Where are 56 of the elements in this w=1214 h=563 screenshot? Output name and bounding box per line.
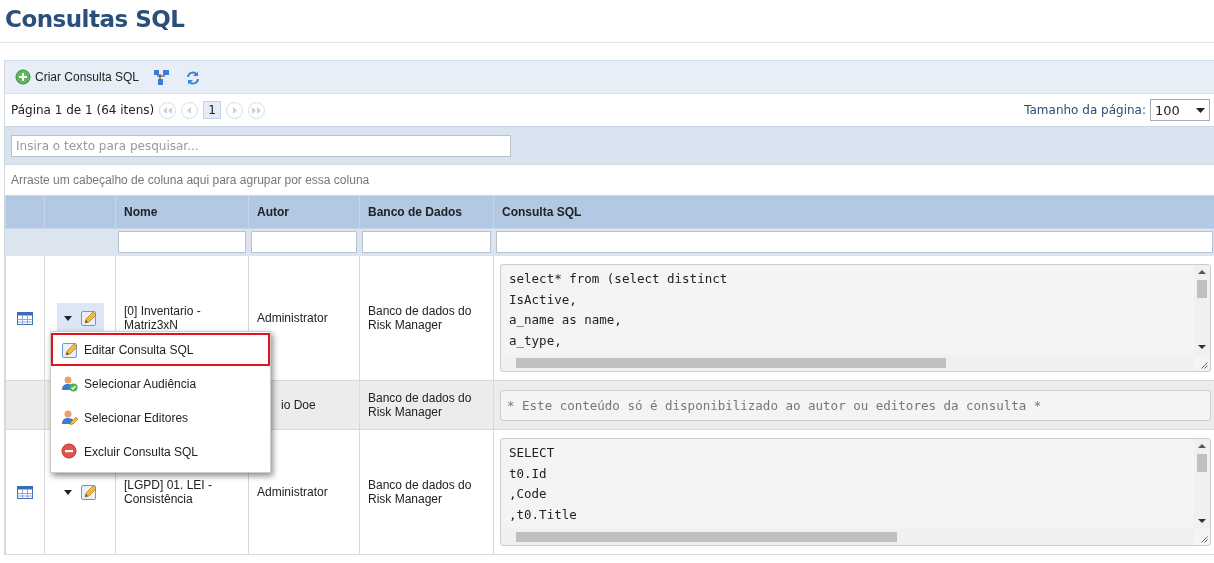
filter-field[interactable] bbox=[118, 231, 246, 253]
search-field[interactable]: Insira o texto para pesquisar... bbox=[11, 134, 511, 157]
menu-item[interactable]: Editar Consulta SQL bbox=[51, 333, 270, 366]
resize-grip-icon bbox=[1200, 535, 1208, 543]
filter-field[interactable] bbox=[251, 231, 357, 253]
refresh-icon[interactable] bbox=[184, 68, 202, 86]
column-header[interactable]: Nome bbox=[115, 195, 249, 229]
horizontal-scrollbar[interactable] bbox=[501, 355, 1194, 371]
column-header[interactable]: Banco de Dados bbox=[359, 195, 494, 229]
code-line: IsActive, bbox=[509, 290, 578, 309]
table-icon[interactable] bbox=[17, 310, 33, 326]
sql-code-area[interactable]: select* from (select distinct IsActive, a_name as name, a_type, bbox=[500, 264, 1211, 372]
sql-code-area[interactable]: SELECT t0.Id ,Code ,t0.Title bbox=[500, 438, 1211, 546]
create-button[interactable]: Criar Consulta SQL bbox=[15, 69, 140, 85]
pager-summary: Página 1 de 1 (64 itens) bbox=[11, 103, 155, 117]
code-line: t0.Id bbox=[509, 464, 548, 483]
vertical-scrollbar[interactable] bbox=[1194, 265, 1210, 355]
arrow-icon bbox=[251, 106, 261, 114]
column-header[interactable]: Consulta SQL bbox=[493, 195, 1214, 229]
horizontal-scrollbar[interactable] bbox=[501, 529, 1194, 545]
edit-icon bbox=[61, 341, 78, 358]
code-line: ,Code bbox=[509, 485, 548, 503]
previous-page-button[interactable] bbox=[181, 101, 199, 119]
plus-icon bbox=[15, 69, 31, 85]
edit-icon[interactable] bbox=[79, 309, 97, 327]
page-size-label: Tamanho da página: bbox=[1024, 103, 1146, 117]
minus-circle-icon bbox=[61, 443, 78, 460]
database-cell: Banco de dados do Risk Manager bbox=[359, 429, 494, 555]
restricted-notice: * Este conteúdo só é disponibilizado ao autor ou editores da consulta * bbox=[500, 389, 1211, 421]
code-line: a_name as name, bbox=[509, 311, 623, 329]
first-page-button[interactable] bbox=[159, 101, 177, 119]
next-page-button[interactable] bbox=[225, 101, 243, 119]
code-line: ,t0.Title bbox=[509, 505, 578, 524]
user-pencil-icon bbox=[61, 409, 78, 426]
code-line: select* from (select distinct bbox=[509, 270, 729, 288]
caret-icon bbox=[1196, 107, 1205, 113]
page-number[interactable]: 1 bbox=[203, 101, 221, 119]
code-line: SELECT bbox=[509, 444, 556, 462]
resize-grip-icon bbox=[1200, 361, 1208, 369]
vertical-scrollbar[interactable] bbox=[1194, 439, 1210, 529]
filter-field[interactable] bbox=[362, 231, 491, 253]
code-line: a_type, bbox=[509, 331, 563, 350]
hierarchy-icon[interactable] bbox=[153, 68, 171, 86]
arrow-icon bbox=[163, 106, 173, 114]
edit-icon[interactable] bbox=[79, 483, 97, 501]
filter-field[interactable] bbox=[496, 231, 1213, 253]
caret-icon[interactable] bbox=[63, 489, 72, 495]
page-size-select[interactable]: 100 bbox=[1150, 99, 1210, 121]
last-page-button[interactable] bbox=[247, 101, 265, 119]
caret-icon[interactable] bbox=[63, 315, 72, 321]
database-cell: Banco de dados do Risk Manager bbox=[359, 255, 494, 381]
page-title: Consultas SQL bbox=[4, 5, 186, 34]
user-check-icon bbox=[61, 375, 78, 392]
database-cell: Banco de dados do Risk Manager bbox=[359, 380, 494, 430]
column-header[interactable]: Autor bbox=[248, 195, 360, 229]
table-icon[interactable] bbox=[17, 484, 33, 500]
